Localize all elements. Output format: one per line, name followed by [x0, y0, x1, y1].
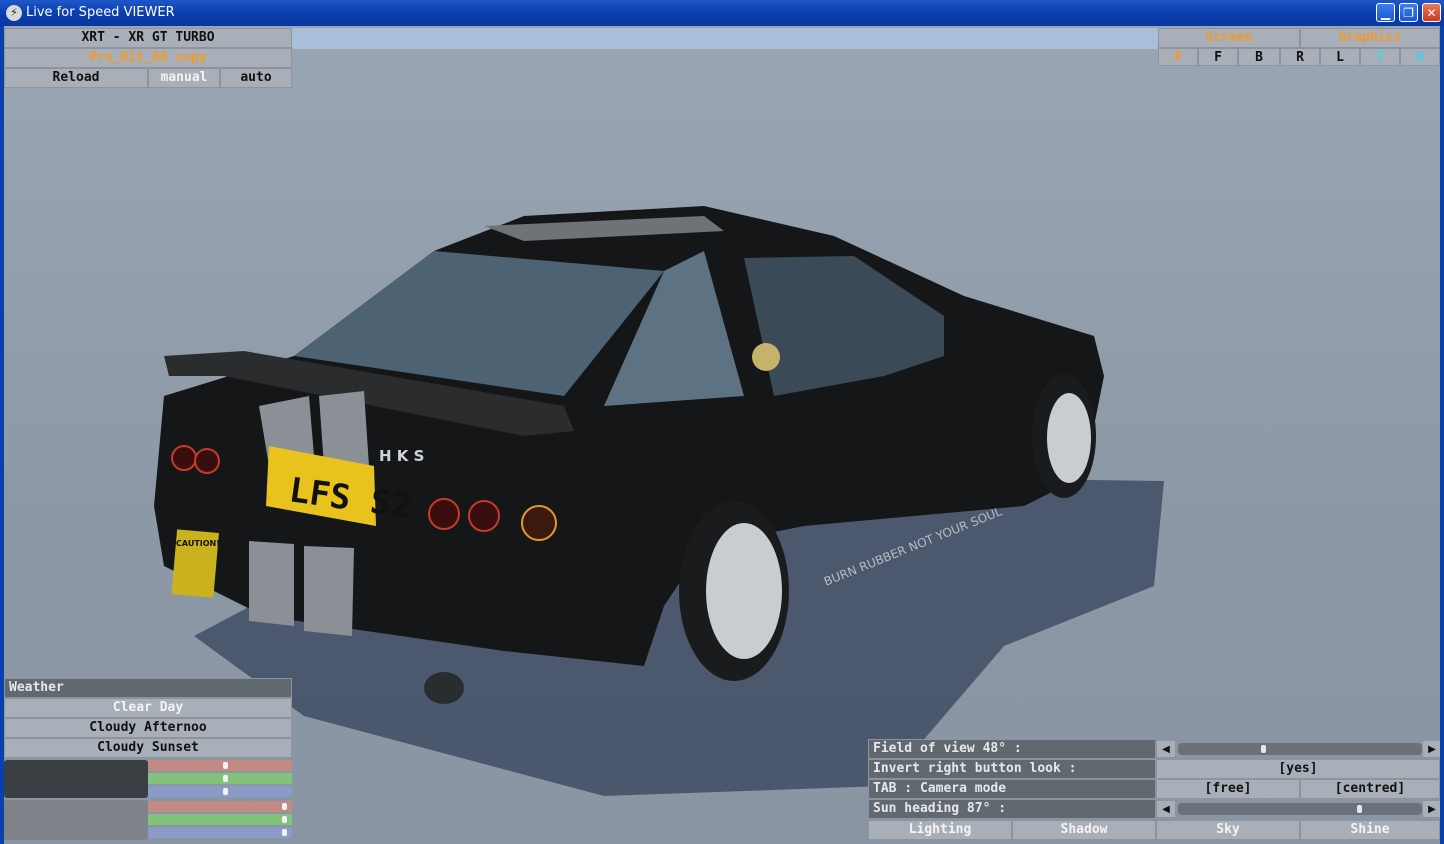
auto-button[interactable]: auto: [220, 68, 292, 88]
sun-heading-slider[interactable]: [1178, 803, 1422, 815]
invert-look-label: Invert right button look :: [868, 759, 1156, 779]
ambient-blue-slider[interactable]: [148, 827, 292, 838]
camera-centred-button[interactable]: [centred]: [1300, 779, 1440, 799]
tail-light-1: [171, 445, 197, 471]
fov-label: Field of view 48° :: [868, 739, 1156, 759]
tail-light-2: [194, 448, 220, 474]
fov-decrease-arrow-icon[interactable]: ◀: [1156, 740, 1176, 758]
sky-red-slider[interactable]: [148, 760, 292, 771]
tail-light-3: [428, 498, 460, 530]
tail-light-4: [468, 500, 500, 532]
ambient-red-slider[interactable]: [148, 801, 292, 812]
sun-increase-arrow-icon[interactable]: ▶: [1422, 800, 1440, 818]
bumper-stripe-1: [249, 541, 294, 626]
tail-light-5: [521, 505, 557, 541]
sky-green-slider[interactable]: [148, 773, 292, 784]
bumper-stripe-2: [304, 546, 354, 636]
front-wheel-rim: [1047, 393, 1091, 483]
tab-sky[interactable]: Sky: [1156, 820, 1300, 840]
restore-button[interactable]: ❐: [1399, 3, 1418, 22]
manual-button[interactable]: manual: [148, 68, 220, 88]
view-button-r[interactable]: R: [1280, 48, 1320, 66]
skin-name-label[interactable]: Pro_Kit_08 copy: [4, 48, 292, 68]
tab-shadow[interactable]: Shadow: [1012, 820, 1156, 840]
door-badge: [752, 343, 780, 371]
view-button-p[interactable]: P: [1158, 48, 1198, 66]
screen-button[interactable]: Screen: [1158, 28, 1300, 48]
camera-free-button[interactable]: [free]: [1156, 779, 1300, 799]
ambient-green-slider[interactable]: [148, 814, 292, 825]
sun-heading-label: Sun heading 87° :: [868, 799, 1156, 819]
graphics-button[interactable]: Graphics: [1300, 28, 1440, 48]
window-frame-right: [1440, 26, 1444, 844]
view-button-f[interactable]: F: [1198, 48, 1238, 66]
window-titlebar: ⚡ Live for Speed VIEWER ▁ ❐ ✕: [0, 0, 1444, 26]
minimize-button[interactable]: ▁: [1376, 3, 1395, 22]
ambient-color-swatch: [4, 800, 148, 840]
window-title: Live for Speed VIEWER: [26, 5, 175, 20]
weather-header: Weather: [4, 678, 292, 698]
view-button-b[interactable]: B: [1238, 48, 1280, 66]
reload-button[interactable]: Reload: [4, 68, 148, 88]
car-name-label: XRT - XR GT TURBO: [4, 28, 292, 48]
tab-shine[interactable]: Shine: [1300, 820, 1440, 840]
tab-lighting[interactable]: Lighting: [868, 820, 1012, 840]
view-button-l[interactable]: L: [1320, 48, 1360, 66]
view-button-t[interactable]: T: [1360, 48, 1400, 66]
weather-clear-day[interactable]: Clear Day: [4, 698, 292, 718]
trunk-stripe-2: [319, 391, 369, 466]
viewport-3d[interactable]: LFS S2 H K S BURN RUBBER NOT YOUR SOUL C…: [4, 26, 1440, 844]
invert-look-toggle[interactable]: [yes]: [1156, 759, 1440, 779]
camera-mode-label: TAB : Camera mode: [868, 779, 1156, 799]
view-button-u[interactable]: U: [1400, 48, 1440, 66]
fov-slider[interactable]: [1178, 743, 1422, 755]
weather-cloudy-afternoon[interactable]: Cloudy Afternoo: [4, 718, 292, 738]
lfs-logo-icon: ⚡: [6, 5, 22, 21]
weather-cloudy-sunset[interactable]: Cloudy Sunset: [4, 738, 292, 758]
sky-blue-slider[interactable]: [148, 786, 292, 797]
sky-color-swatch: [4, 760, 148, 798]
sun-decrease-arrow-icon[interactable]: ◀: [1156, 800, 1176, 818]
fov-increase-arrow-icon[interactable]: ▶: [1422, 740, 1440, 758]
close-button[interactable]: ✕: [1422, 3, 1441, 22]
rear-wheel-rim: [706, 523, 782, 659]
exhaust-pipe: [424, 672, 464, 704]
caution-text: CAUTION!: [176, 539, 220, 548]
rear-badge-text: H K S: [379, 447, 424, 465]
